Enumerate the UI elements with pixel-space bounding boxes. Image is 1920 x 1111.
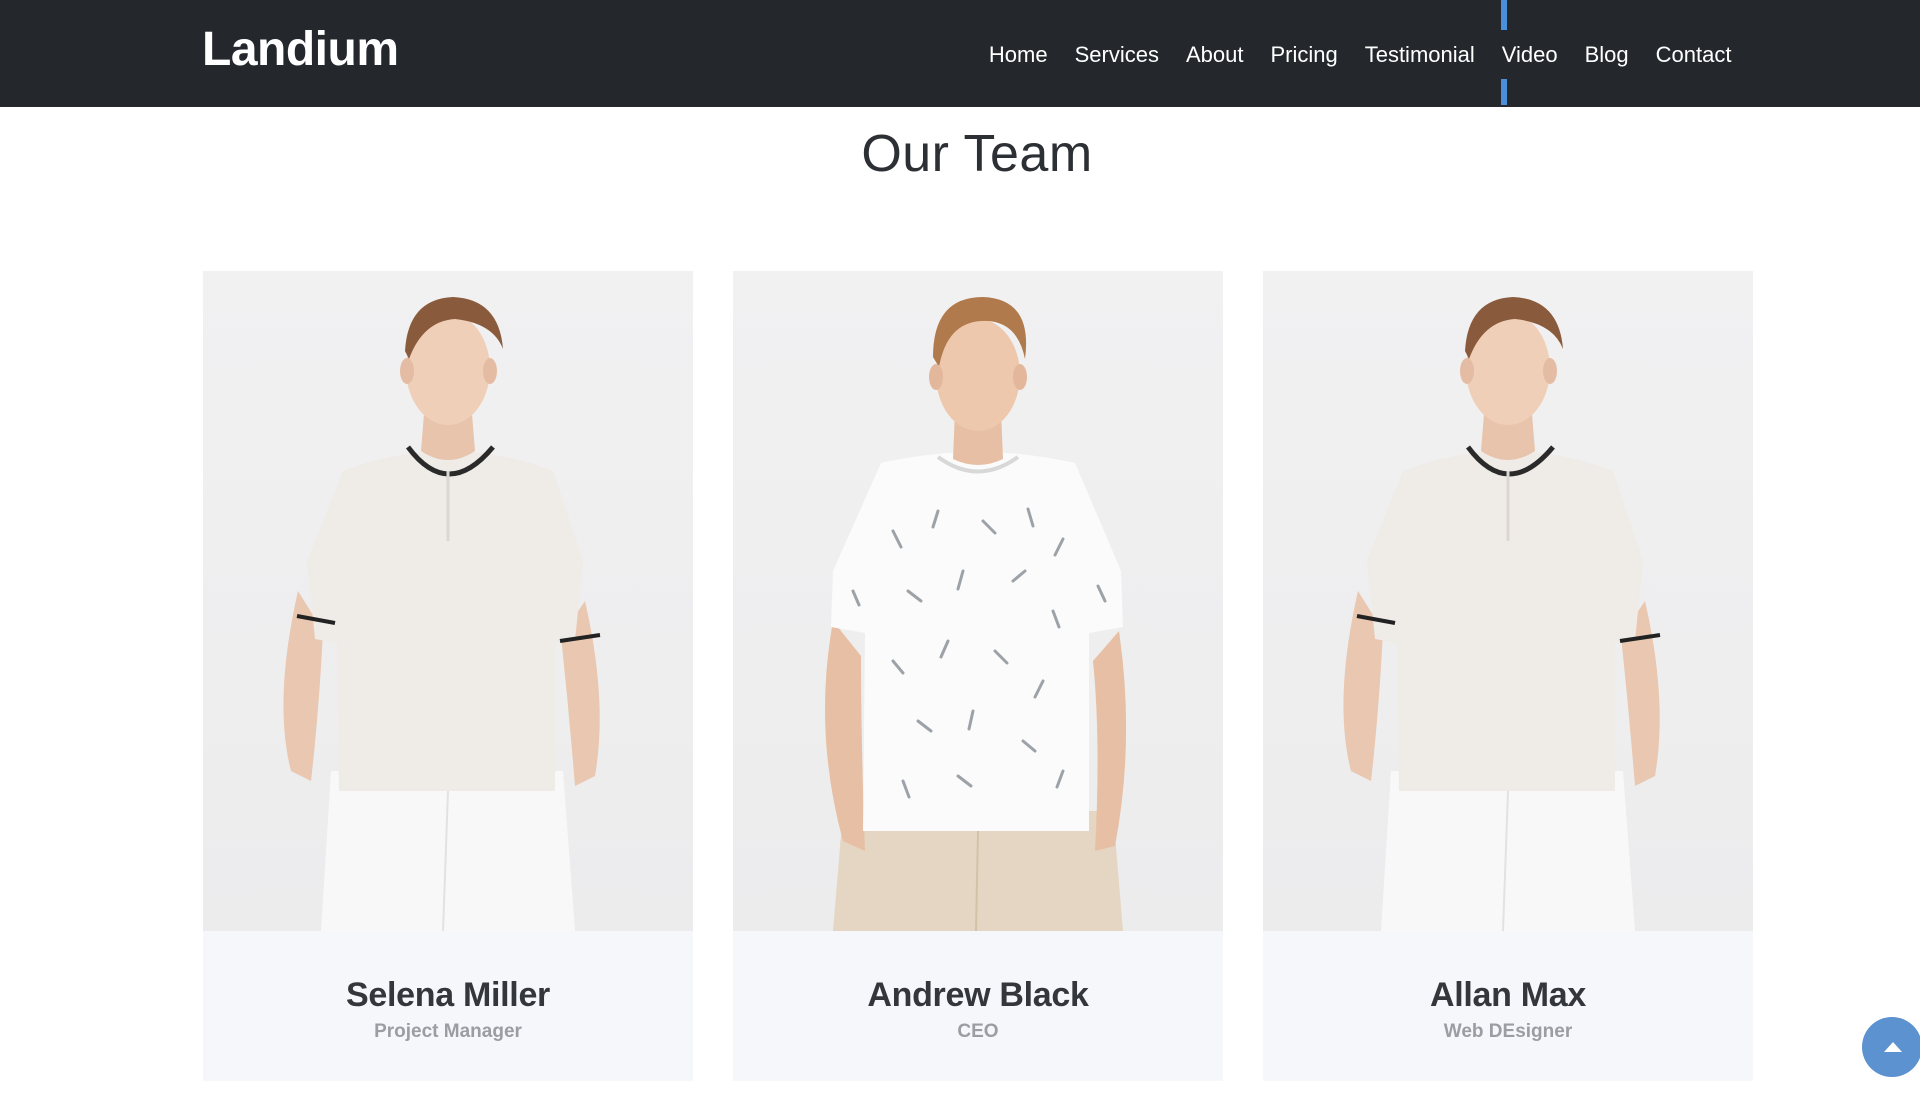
team-cards: Selena Miller Project Manager Andrew Bla…	[203, 271, 1753, 1081]
team-member-role: CEO	[957, 1021, 999, 1042]
team-member-name: Andrew Black	[867, 976, 1089, 1014]
team-member-photo	[1263, 271, 1753, 931]
nav-item-pricing: Pricing	[1257, 0, 1351, 107]
team-card: Andrew Black CEO	[733, 271, 1223, 1081]
nav-item-blog: Blog	[1571, 0, 1642, 107]
nav-link-services[interactable]: Services	[1061, 43, 1172, 66]
nav-item-services: Services	[1061, 0, 1172, 107]
team-card: Allan Max Web DEsigner	[1263, 271, 1753, 1081]
nav-link-video[interactable]: Video	[1488, 43, 1571, 66]
caret-up-icon	[1884, 1042, 1902, 1052]
navbar: Landium Home Services About Pricing Test…	[0, 0, 1920, 107]
team-section-title: Our Team	[861, 125, 1093, 183]
scroll-to-top-button[interactable]	[1862, 1017, 1920, 1077]
nav-link-pricing[interactable]: Pricing	[1257, 43, 1351, 66]
team-member-name: Selena Miller	[346, 976, 550, 1014]
team-member-role: Web DEsigner	[1443, 1021, 1573, 1042]
team-member-info: Selena Miller Project Manager	[203, 931, 693, 1081]
person-tshirt-illustration	[825, 297, 1127, 931]
nav-item-about: About	[1172, 0, 1257, 107]
nav-item-testimonial: Testimonial	[1351, 0, 1488, 107]
brand-logo[interactable]: Landium	[202, 22, 399, 77]
team-member-photo	[733, 271, 1223, 931]
main-nav: Home Services About Pricing Testimonial …	[975, 0, 1745, 107]
nav-link-testimonial[interactable]: Testimonial	[1351, 43, 1488, 66]
nav-item-video: Video	[1488, 0, 1571, 107]
nav-link-about[interactable]: About	[1172, 43, 1257, 66]
nav-link-contact[interactable]: Contact	[1642, 43, 1745, 66]
team-card: Selena Miller Project Manager	[203, 271, 693, 1081]
nav-link-blog[interactable]: Blog	[1571, 43, 1642, 66]
nav-item-contact: Contact	[1642, 0, 1745, 107]
team-member-photo	[203, 271, 693, 931]
nav-item-home: Home	[975, 0, 1061, 107]
team-member-name: Allan Max	[1429, 976, 1586, 1014]
team-member-info: Andrew Black CEO	[733, 931, 1223, 1081]
person-polo-illustration	[1343, 297, 1661, 931]
nav-link-home[interactable]: Home	[975, 43, 1061, 66]
person-polo-illustration	[283, 297, 601, 931]
team-member-info: Allan Max Web DEsigner	[1263, 931, 1753, 1081]
team-member-role: Project Manager	[374, 1021, 522, 1042]
